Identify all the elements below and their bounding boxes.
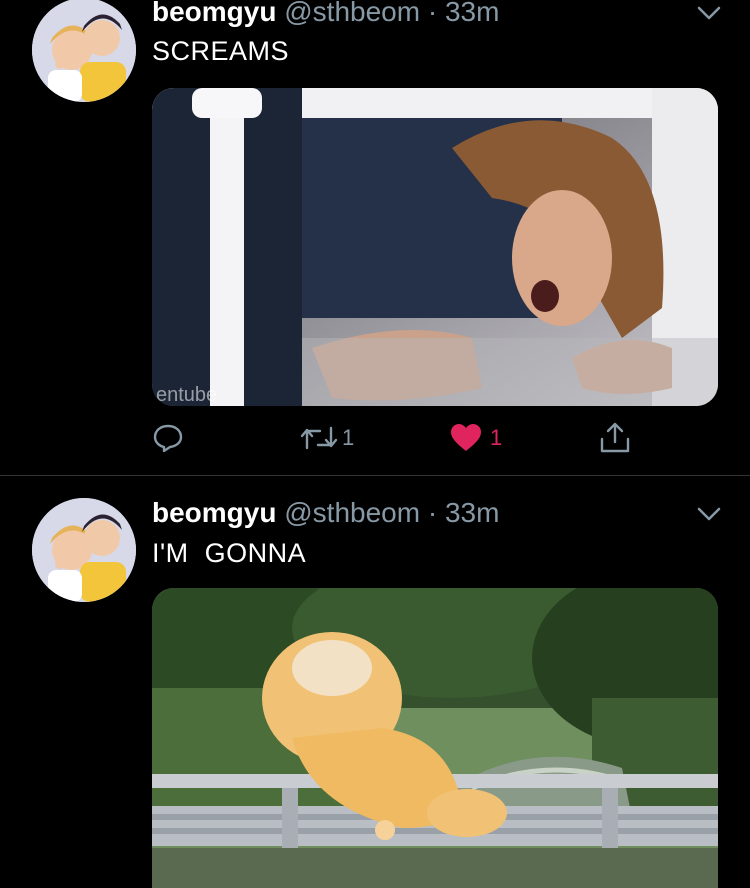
tweet-actions: 1 1 xyxy=(152,418,652,458)
timestamp: · 33m xyxy=(427,0,500,27)
tweet-header: beomgyu @sthbeom · 33m xyxy=(152,0,499,28)
heart-icon xyxy=(451,424,481,451)
share-icon xyxy=(600,422,630,453)
avatar[interactable] xyxy=(32,0,136,102)
chevron-down-icon[interactable] xyxy=(696,505,722,523)
tweet-text: I'M GONNA xyxy=(152,538,307,568)
share-button[interactable] xyxy=(598,418,632,458)
user-handle[interactable]: @sthbeom xyxy=(284,497,420,528)
tweet-1[interactable]: beomgyu @sthbeom · 33m SCREAMS entube 1 … xyxy=(0,0,750,475)
tweet-media-image[interactable]: entube xyxy=(152,88,718,406)
retweet-count: 1 xyxy=(342,425,355,450)
timestamp: · 33m xyxy=(427,497,500,528)
like-count: 1 xyxy=(490,425,503,450)
tweet-2[interactable]: beomgyu @sthbeom · 33m I'M GONNA xyxy=(0,476,750,888)
retweet-icon xyxy=(300,426,338,450)
user-handle[interactable]: @sthbeom xyxy=(284,0,420,27)
reply-button[interactable] xyxy=(152,418,184,458)
retweet-button[interactable]: 1 xyxy=(300,418,354,458)
display-name[interactable]: beomgyu xyxy=(152,0,276,27)
like-button[interactable]: 1 xyxy=(450,418,502,458)
tweet-media-image[interactable] xyxy=(152,588,718,888)
reply-icon xyxy=(153,424,183,453)
media-watermark: entube xyxy=(156,384,218,406)
display-name[interactable]: beomgyu xyxy=(152,497,276,528)
avatar[interactable] xyxy=(32,498,136,602)
tweet-text: SCREAMS xyxy=(152,36,290,66)
tweet-header: beomgyu @sthbeom · 33m xyxy=(152,497,499,529)
chevron-down-icon[interactable] xyxy=(696,4,722,22)
